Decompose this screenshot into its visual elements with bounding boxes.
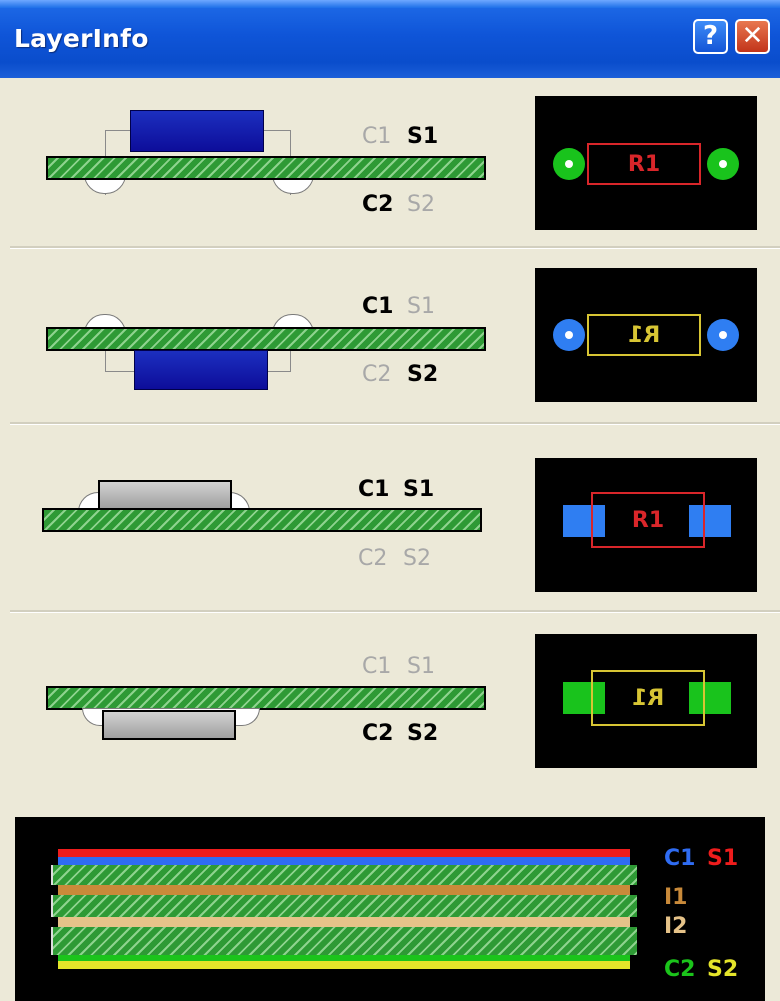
component-designator: R1	[627, 322, 661, 348]
pad-icon	[707, 319, 739, 351]
inner1-layer	[58, 885, 630, 895]
dielectric-layer	[51, 895, 637, 917]
layer-c1-label: C1	[362, 294, 394, 319]
stack-i1-label: I1	[664, 885, 688, 910]
panel-smd-bottom[interactable]: C1 S1 C2 S2 R1	[10, 614, 780, 814]
stack-c2-label: C2	[664, 957, 696, 982]
layer-c2-label: C2	[362, 362, 392, 387]
panel-thru-hole-bottom[interactable]: C1 S1 C2 S2 R1	[10, 250, 780, 420]
layer-s1-label: S1	[407, 654, 435, 679]
layer-s2-label: S2	[403, 546, 431, 571]
stack-s2-label: S2	[707, 957, 739, 982]
layer-c1-label: C1	[358, 477, 390, 502]
divider	[10, 246, 780, 249]
pad-icon	[707, 148, 739, 180]
component-outline: R1	[591, 670, 705, 726]
top-copper-layer	[58, 857, 630, 865]
layer-c1-label: C1	[362, 124, 392, 149]
title-bar[interactable]: LayerInfo ? ✕	[0, 0, 780, 78]
dielectric-layer	[51, 865, 637, 885]
layer-s2-label: S2	[407, 721, 439, 746]
stack-s1-label: S1	[707, 846, 739, 871]
layer-stackup-panel[interactable]: C1 S1 I1 I2 C2 S2	[15, 817, 765, 1001]
stack-c1-label: C1	[664, 846, 696, 871]
bottom-silk-layer	[58, 961, 630, 969]
component-outline: R1	[587, 314, 701, 356]
inner2-layer	[58, 917, 630, 927]
footprint-preview: R1	[535, 634, 757, 768]
panel-thru-hole-top[interactable]: C1 S1 C2 S2 R1	[10, 78, 780, 248]
layer-s1-label: S1	[407, 294, 435, 319]
dielectric-layer	[51, 927, 637, 955]
pcb-board	[46, 156, 486, 180]
component-body	[130, 110, 264, 152]
pad-icon	[553, 319, 585, 351]
footprint-preview: R1	[535, 458, 757, 592]
top-silk-layer	[58, 849, 630, 857]
footprint-preview: R1	[535, 96, 757, 230]
layer-s2-label: S2	[407, 362, 439, 387]
layer-c2-label: C2	[358, 546, 388, 571]
component-outline: R1	[591, 492, 705, 548]
layer-s1-label: S1	[403, 477, 435, 502]
component-designator: R1	[627, 151, 661, 177]
pcb-board	[42, 508, 482, 532]
layer-c2-label: C2	[362, 721, 394, 746]
component-body	[134, 350, 268, 390]
layer-c1-label: C1	[362, 654, 392, 679]
layer-c2-label: C2	[362, 192, 394, 217]
component-designator: R1	[631, 685, 665, 711]
window-title: LayerInfo	[14, 24, 149, 53]
divider	[10, 422, 780, 425]
stack-i2-label: I2	[664, 914, 688, 939]
help-button[interactable]: ?	[693, 19, 728, 54]
divider	[10, 610, 780, 613]
pcb-board	[46, 327, 486, 351]
panel-smd-top[interactable]: C1 S1 C2 S2 R1	[10, 426, 780, 610]
footprint-preview: R1	[535, 268, 757, 402]
component-outline: R1	[587, 143, 701, 185]
close-button[interactable]: ✕	[735, 19, 770, 54]
pad-icon	[553, 148, 585, 180]
component-body	[102, 710, 236, 740]
layerinfo-window: LayerInfo ? ✕ C1 S1 C2 S2 R1 C1 S1 C2 S2…	[0, 0, 780, 1001]
pcb-board	[46, 686, 486, 710]
layer-s1-label: S1	[407, 124, 439, 149]
component-body	[98, 480, 232, 510]
layer-s2-label: S2	[407, 192, 435, 217]
component-designator: R1	[631, 507, 665, 533]
